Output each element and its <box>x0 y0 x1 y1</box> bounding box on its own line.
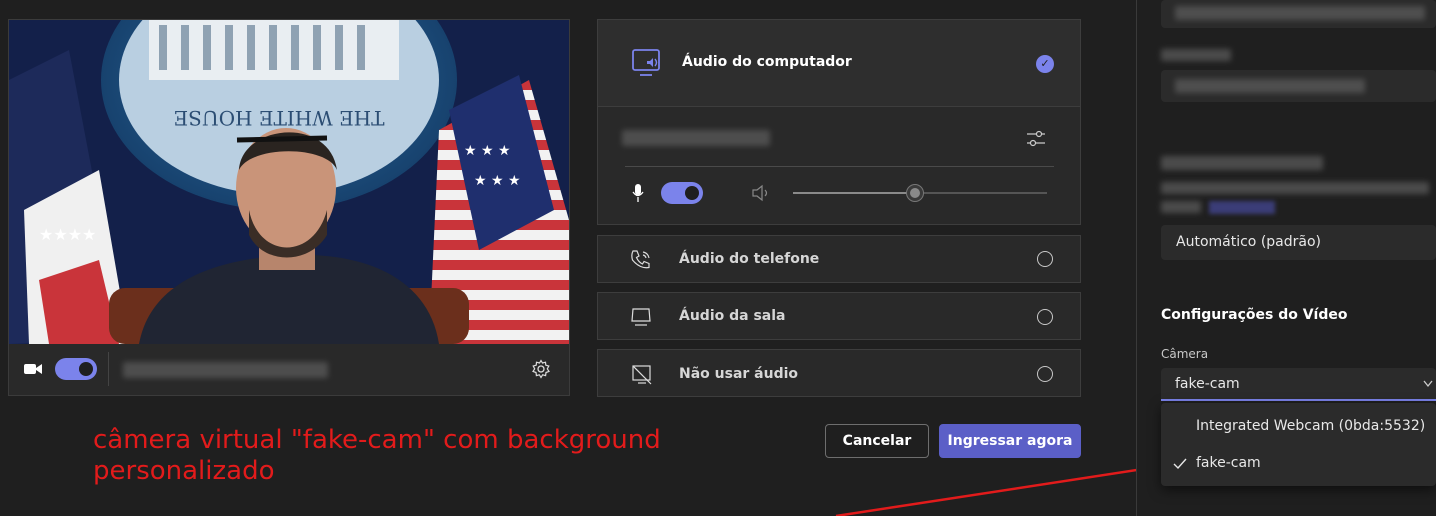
camera-select[interactable]: fake-cam <box>1161 368 1436 401</box>
join-now-button[interactable]: Ingressar agora <box>939 424 1081 458</box>
settings-field-2[interactable] <box>1161 70 1436 102</box>
no-audio-icon <box>632 365 652 385</box>
computer-audio-icon <box>632 49 660 76</box>
audio-divider <box>625 166 1054 167</box>
camera-option-integrated[interactable]: Integrated Webcam (0bda:5532) <box>1161 409 1436 443</box>
microphone-icon <box>632 184 644 202</box>
no-audio-label: Não usar áudio <box>679 366 799 382</box>
device-settings-icon[interactable] <box>1026 129 1046 149</box>
no-audio-radio[interactable] <box>1037 366 1053 382</box>
camera-toggle[interactable] <box>55 358 97 380</box>
video-settings-title: Configurações do Vídeo <box>1161 307 1348 323</box>
no-audio-option[interactable]: Não usar áudio <box>597 349 1081 397</box>
microphone-toggle[interactable] <box>661 182 703 204</box>
chevron-down-icon <box>1423 380 1433 388</box>
blurred-field-1 <box>1175 6 1425 20</box>
annotation-arrow <box>835 459 1160 516</box>
camera-select-value: fake-cam <box>1175 376 1240 392</box>
camera-preview: THE WHITE HOUSE ★★★★ ★ ★ ★ ★ ★ ★ <box>9 20 569 344</box>
camera-feed-image: THE WHITE HOUSE ★★★★ ★ ★ ★ ★ ★ ★ <box>9 20 569 344</box>
blurred-link-3[interactable] <box>1209 201 1275 214</box>
gear-icon[interactable] <box>531 359 551 379</box>
checkmark-icon <box>1173 458 1187 470</box>
room-audio-icon <box>631 308 651 326</box>
volume-slider-fill <box>793 192 920 194</box>
camera-label: Câmera <box>1161 347 1209 361</box>
audio-device-blurred <box>622 130 770 146</box>
volume-slider-thumb[interactable] <box>906 184 924 202</box>
phone-audio-label: Áudio do telefone <box>679 251 820 267</box>
selected-check-icon: ✓ <box>1036 55 1054 73</box>
camera-dropdown-menu: Integrated Webcam (0bda:5532) fake-cam <box>1161 403 1436 486</box>
camera-option-label: Integrated Webcam (0bda:5532) <box>1196 418 1426 434</box>
blurred-desc-3 <box>1161 182 1429 194</box>
auto-select[interactable]: Automático (padrão) <box>1161 225 1436 260</box>
room-audio-radio[interactable] <box>1037 309 1053 325</box>
svg-text:★★★★: ★★★★ <box>39 225 96 244</box>
blurred-field-2 <box>1175 79 1365 93</box>
camera-option-label: fake-cam <box>1196 455 1261 471</box>
computer-audio-option[interactable]: Áudio do computador ✓ <box>597 19 1081 225</box>
phone-icon <box>631 250 650 269</box>
computer-audio-header[interactable]: Áudio do computador ✓ <box>598 20 1080 107</box>
auto-select-value: Automático (padrão) <box>1176 234 1321 250</box>
annotation-text: câmera virtual "fake-cam" com background… <box>93 425 661 486</box>
video-controls-bar <box>9 344 569 395</box>
svg-text:THE WHITE HOUSE: THE WHITE HOUSE <box>174 106 385 130</box>
phone-audio-option[interactable]: Áudio do telefone <box>597 235 1081 283</box>
controls-divider <box>108 352 109 386</box>
phone-audio-radio[interactable] <box>1037 251 1053 267</box>
video-camera-icon <box>24 364 42 374</box>
blurred-desc-3b <box>1161 201 1201 213</box>
room-audio-label: Áudio da sala <box>679 308 786 324</box>
volume-slider[interactable] <box>793 184 1047 202</box>
blurred-label-2 <box>1161 49 1231 61</box>
settings-field-1[interactable] <box>1161 0 1436 28</box>
speaker-volume-icon <box>752 184 768 202</box>
blurred-heading-3 <box>1161 156 1323 170</box>
cancel-button[interactable]: Cancelar <box>825 424 929 458</box>
computer-audio-label: Áudio do computador <box>682 54 852 70</box>
camera-name-blurred <box>123 362 328 378</box>
svg-text:★ ★ ★: ★ ★ ★ <box>464 143 511 159</box>
room-audio-option[interactable]: Áudio da sala <box>597 292 1081 340</box>
camera-option-fake-cam[interactable]: fake-cam <box>1161 447 1436 481</box>
svg-text:★ ★ ★: ★ ★ ★ <box>474 173 521 189</box>
video-preview-card: THE WHITE HOUSE ★★★★ ★ ★ ★ ★ ★ ★ <box>8 19 570 396</box>
